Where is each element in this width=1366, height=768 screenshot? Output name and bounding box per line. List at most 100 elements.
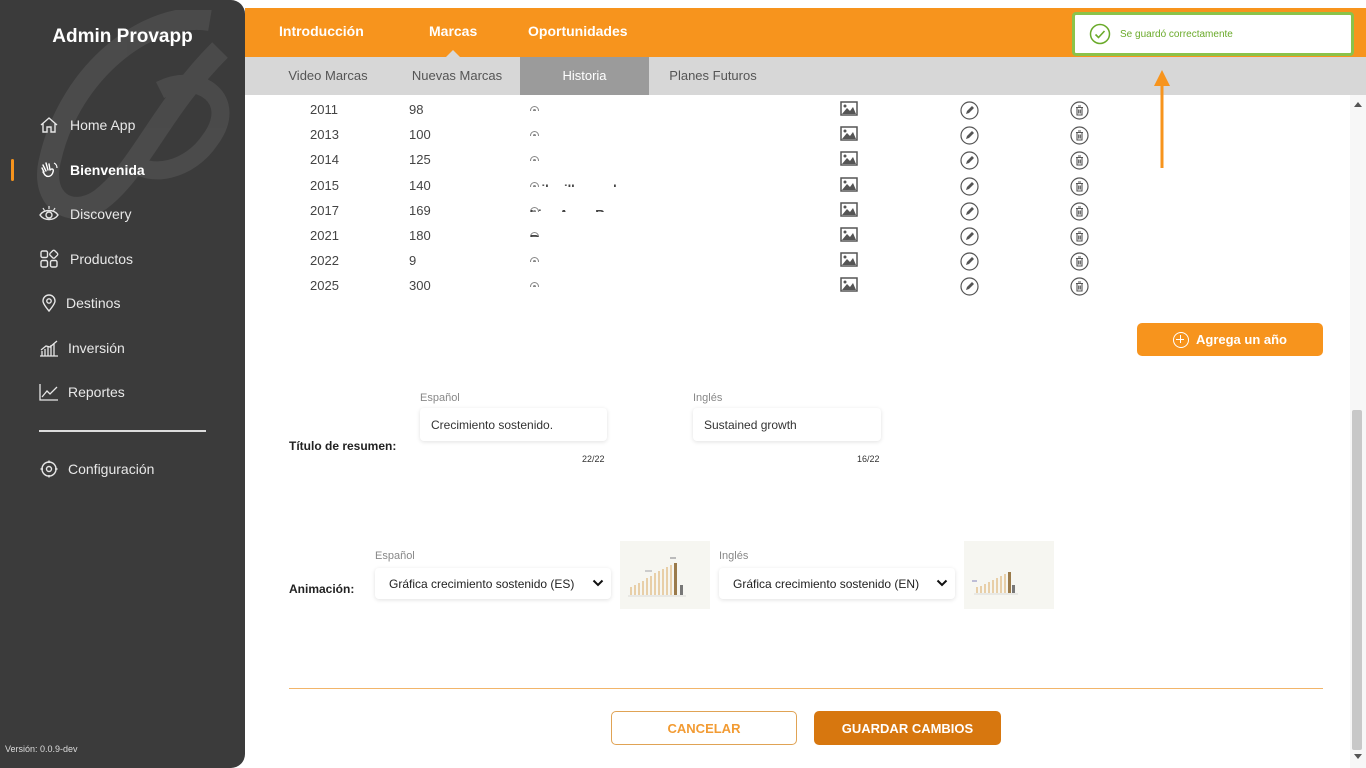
scrollbar-thumb[interactable] (1352, 410, 1362, 750)
image-icon[interactable] (840, 101, 858, 119)
sidebar-item-label: Bienvenida (70, 162, 145, 178)
line-chart-icon (38, 381, 60, 403)
sidebar-item-bienvenida[interactable]: Bienvenida (0, 155, 245, 185)
row-year: 2021 (310, 228, 339, 243)
row-value: 9 (409, 253, 417, 268)
chevron-down-icon (936, 579, 948, 587)
sidebar-item-discovery[interactable]: Discovery (0, 199, 245, 229)
animation-en-preview (964, 541, 1054, 609)
animation-en-value: Gráfica crecimiento sostenido (EN) (733, 576, 920, 591)
trash-icon[interactable] (1070, 151, 1089, 173)
app-brand: Admin Provapp (52, 26, 193, 47)
row-description: Posadas coloca en el mercado la ma... (530, 152, 770, 161)
row-description-text: Apertura de residencias (530, 211, 615, 212)
trash-icon[interactable] (1070, 126, 1089, 148)
row-value: 140 (409, 178, 431, 193)
scroll-up-icon[interactable] (1353, 100, 1363, 108)
animation-en-select[interactable]: Gráfica crecimiento sostenido (EN) (719, 568, 955, 599)
row-year: 2025 (310, 278, 339, 293)
image-icon[interactable] (840, 252, 858, 270)
edit-icon[interactable] (960, 202, 979, 224)
row-description: Prueba (530, 253, 770, 262)
animation-es-preview (620, 541, 710, 609)
edit-icon[interactable] (960, 151, 979, 173)
sidebar-item-label: Configuración (68, 461, 155, 477)
summary-en-counter: 16/22 (857, 454, 880, 464)
edit-icon[interactable] (960, 177, 979, 199)
cancel-button[interactable]: CANCELAR (611, 711, 797, 745)
animation-label: Animación: (289, 582, 355, 596)
bullet-icon (530, 156, 539, 161)
row-year: 2015 (310, 178, 339, 193)
trash-icon[interactable] (1070, 101, 1089, 123)
table-row: 2021 180 Expansión al Caribe Internacional… (245, 224, 1345, 249)
form-divider (289, 688, 1323, 689)
home-icon (38, 114, 60, 136)
add-year-button[interactable]: Agrega un año (1137, 323, 1323, 356)
sidebar-item-label: Home App (70, 117, 136, 133)
sidebar-item-productos[interactable]: Productos (0, 244, 245, 274)
image-icon[interactable] (840, 177, 858, 195)
image-icon[interactable] (840, 151, 858, 169)
sidebar-item-destinos[interactable]: Destinos (0, 288, 245, 318)
image-icon[interactable] (840, 227, 858, 245)
row-year: 2022 (310, 253, 339, 268)
sidebar-item-configuracion[interactable]: Configuración (0, 454, 245, 484)
tab-introduccion[interactable]: Introducción (279, 8, 364, 57)
sidebar-item-reportes[interactable]: Reportes (0, 377, 245, 407)
animation-es-label: Español (375, 550, 415, 562)
row-description: Posadas rebasa los mil millones de ... (530, 178, 770, 187)
row-description: Meta para Grupo Posadas en 2025: t... (530, 278, 770, 287)
success-toast: Se guardó correctamente (1072, 12, 1354, 56)
app-root: Admin Provapp Home App Bienvenida Discov… (0, 0, 1366, 768)
row-description: Lanzamiento del tercer producto vac... (530, 127, 770, 136)
summary-es-input[interactable] (420, 408, 607, 441)
summary-es-label: Español (420, 392, 460, 404)
add-year-label: Agrega un año (1195, 332, 1287, 347)
eye-icon (38, 203, 60, 225)
sidebar-item-inversion[interactable]: Inversión (0, 333, 245, 363)
table-row: 2015 140 Posadas rebasa los mil millones d… (245, 174, 1345, 199)
map-pin-icon (38, 292, 60, 314)
summary-es-counter: 22/22 (582, 454, 605, 464)
subtab-planes-futuros[interactable]: Planes Futuros (658, 57, 768, 95)
edit-icon[interactable] (960, 126, 979, 148)
animation-es-value: Gráfica crecimiento sostenido (ES) (389, 576, 575, 591)
trash-icon[interactable] (1070, 177, 1089, 199)
tab-oportunidades[interactable]: Oportunidades (528, 8, 628, 57)
edit-icon[interactable] (960, 252, 979, 274)
animation-es-select[interactable]: Gráfica crecimiento sostenido (ES) (375, 568, 611, 599)
bullet-icon (530, 131, 539, 136)
edit-icon[interactable] (960, 277, 979, 299)
row-description: Lanzamiento del segundo producto v... (530, 102, 770, 111)
row-year: 2011 (310, 102, 338, 117)
row-value: 98 (409, 102, 424, 117)
edit-icon[interactable] (960, 101, 979, 123)
table-row: 2011 98 Lanzamiento del segundo producto v… (245, 98, 1345, 123)
image-icon[interactable] (840, 202, 858, 220)
trash-icon[interactable] (1070, 202, 1089, 224)
edit-icon[interactable] (960, 227, 979, 249)
table-row: 2013 100 Lanzamiento del tercer producto v… (245, 123, 1345, 148)
trash-icon[interactable] (1070, 227, 1089, 249)
image-icon[interactable] (840, 277, 858, 295)
row-description-text: Posadas rebasa los (530, 186, 638, 187)
row-year: 2014 (310, 152, 339, 167)
gear-icon (38, 458, 60, 480)
save-button[interactable]: GUARDAR CAMBIOS (814, 711, 1001, 745)
sidebar-item-label: Destinos (66, 295, 121, 311)
row-year: 2017 (310, 203, 339, 218)
row-value: 100 (409, 127, 431, 142)
sidebar-item-home-app[interactable]: Home App (0, 110, 245, 140)
subtab-historia[interactable]: Historia (520, 57, 649, 95)
summary-en-input[interactable] (693, 408, 881, 441)
trash-icon[interactable] (1070, 277, 1089, 299)
bullet-icon (530, 257, 539, 262)
subtab-video-marcas[interactable]: Video Marcas (273, 57, 383, 95)
image-icon[interactable] (840, 126, 858, 144)
row-value: 180 (409, 228, 431, 243)
scroll-down-icon[interactable] (1353, 753, 1363, 761)
subtab-nuevas-marcas[interactable]: Nuevas Marcas (402, 57, 512, 95)
trash-icon[interactable] (1070, 252, 1089, 274)
tab-marcas[interactable]: Marcas (429, 8, 477, 58)
